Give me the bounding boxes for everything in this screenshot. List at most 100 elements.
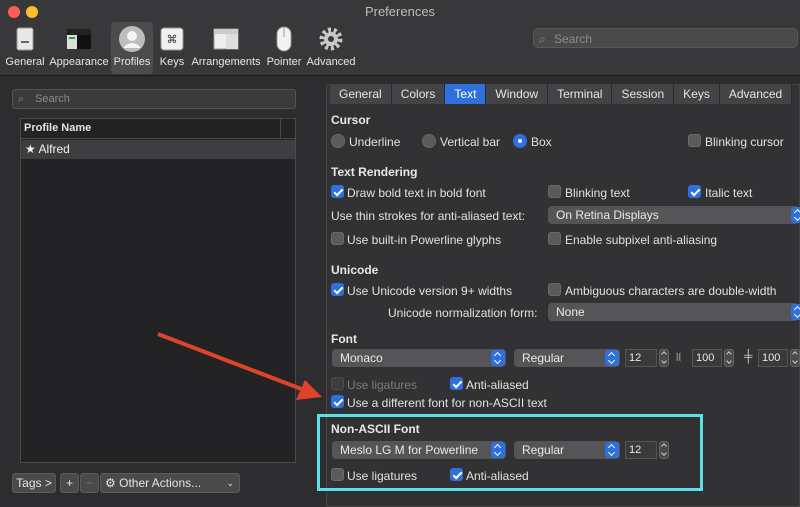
preferences-window: Preferences General Appearance Profiles …	[0, 0, 800, 507]
column-header-label: Profile Name	[24, 122, 92, 134]
chevron-updown-icon	[791, 207, 800, 223]
toolbar-label: Appearance	[49, 56, 109, 68]
remove-profile-button[interactable]: −	[80, 473, 99, 493]
ambiguous-width-checkbox[interactable]	[548, 283, 561, 296]
column-separator	[280, 119, 281, 138]
profiles-icon	[119, 26, 145, 52]
tab-keys[interactable]: Keys	[674, 84, 720, 104]
unicode-heading: Unicode	[331, 263, 379, 277]
subpixel-aa-checkbox[interactable]	[548, 232, 561, 245]
blinking-text-label: Blinking text	[565, 186, 630, 200]
font-family-value: Monaco	[340, 351, 383, 365]
blinking-cursor-checkbox[interactable]	[688, 134, 701, 147]
horizontal-spacing-stepper[interactable]	[724, 349, 734, 367]
tab-session[interactable]: Session	[612, 84, 675, 104]
unicode-9-label: Use Unicode version 9+ widths	[347, 284, 513, 298]
ligatures-checkbox[interactable]	[331, 377, 344, 390]
other-actions-label: Other Actions...	[119, 476, 202, 490]
toolbar-appearance[interactable]: Appearance	[49, 22, 109, 74]
toolbar-label: Keys	[159, 56, 185, 68]
highlight-box	[317, 414, 703, 491]
pointer-icon	[276, 26, 292, 52]
profile-name: Alfred	[38, 142, 70, 156]
bold-font-checkbox[interactable]	[331, 185, 344, 198]
box-label: Box	[531, 135, 552, 149]
subpixel-aa-label: Enable subpixel anti-aliasing	[565, 233, 718, 247]
normalization-value: None	[556, 305, 585, 319]
normalization-label: Unicode normalization form:	[388, 306, 538, 320]
toolbar-general[interactable]: General	[4, 22, 46, 74]
tab-text[interactable]: Text	[445, 84, 487, 104]
gear-icon: ⚙	[105, 476, 116, 490]
font-style-value: Regular	[522, 351, 565, 365]
profile-list: Profile Name ★ Alfred	[20, 118, 296, 463]
titlebar: Preferences General Appearance Profiles …	[0, 0, 800, 76]
font-style-select[interactable]: Regular	[514, 349, 620, 367]
tab-colors[interactable]: Colors	[391, 84, 446, 104]
font-family-select[interactable]: Monaco	[332, 349, 506, 367]
thin-strokes-select[interactable]: On Retina Displays	[548, 206, 800, 224]
blinking-text-checkbox[interactable]	[548, 185, 561, 198]
anti-aliased-label: Anti-aliased	[466, 378, 529, 392]
italic-text-checkbox[interactable]	[688, 185, 701, 198]
non-ascii-font-label: Use a different font for non-ASCII text	[347, 396, 547, 410]
underline-label: Underline	[349, 135, 401, 149]
font-size-stepper[interactable]	[659, 349, 669, 367]
tab-window[interactable]: Window	[486, 84, 549, 104]
tags-button[interactable]: Tags >	[12, 473, 56, 493]
normalization-select[interactable]: None	[548, 303, 800, 321]
toolbar-label: Pointer	[266, 56, 302, 68]
tab-general[interactable]: General	[330, 84, 392, 104]
search-placeholder: Search	[554, 32, 593, 46]
profile-name-column-header[interactable]: Profile Name	[21, 119, 295, 139]
profile-tabs: General Colors Text Window Terminal Sess…	[330, 84, 793, 104]
toolbar-keys[interactable]: ⌘ Keys	[157, 22, 187, 74]
tab-advanced[interactable]: Advanced	[719, 84, 793, 104]
general-icon	[16, 27, 34, 51]
other-actions-button[interactable]: ⚙ Other Actions... ⌄	[100, 473, 240, 493]
chevron-down-icon: ⌄	[226, 478, 234, 488]
ambiguous-width-label: Ambiguous characters are double-width	[565, 284, 777, 298]
toolbar-label: Profiles	[113, 56, 151, 68]
cursor-heading: Cursor	[331, 113, 371, 127]
tab-terminal[interactable]: Terminal	[548, 84, 613, 104]
profile-row[interactable]: ★ Alfred	[21, 140, 295, 159]
vertical-spacing-field[interactable]: 100	[758, 349, 788, 367]
box-radio[interactable]	[513, 134, 527, 148]
thin-strokes-label: Use thin strokes for anti-aliased text:	[331, 209, 526, 223]
vertical-spacing-icon: ╪	[744, 349, 753, 363]
font-heading: Font	[331, 332, 357, 346]
chevron-updown-icon	[605, 350, 619, 366]
horizontal-spacing-field[interactable]: 100	[692, 349, 722, 367]
window-title: Preferences	[364, 4, 436, 19]
add-profile-button[interactable]: +	[60, 473, 79, 493]
italic-text-label: Italic text	[705, 186, 753, 200]
search-icon: ⌕	[18, 93, 25, 105]
toolbar-search-input[interactable]: ⌕ Search	[533, 28, 798, 48]
blinking-cursor-label: Blinking cursor	[705, 135, 784, 149]
vertical-spacing-stepper[interactable]	[790, 349, 800, 367]
toolbar-pointer[interactable]: Pointer	[264, 22, 304, 74]
font-size-field[interactable]: 12	[625, 349, 657, 367]
arrangements-icon	[213, 28, 239, 50]
vertical-bar-radio[interactable]	[422, 134, 436, 148]
gear-icon	[319, 27, 343, 51]
powerline-glyphs-checkbox[interactable]	[331, 232, 344, 245]
chevron-updown-icon	[491, 350, 505, 366]
unicode-9-checkbox[interactable]	[331, 283, 344, 296]
toolbar-advanced[interactable]: Advanced	[306, 22, 356, 74]
bold-font-label: Draw bold text in bold font	[347, 186, 486, 200]
svg-text:⌘: ⌘	[167, 33, 178, 46]
appearance-icon	[67, 29, 91, 49]
non-ascii-font-checkbox[interactable]	[331, 395, 344, 408]
underline-radio[interactable]	[331, 134, 345, 148]
toolbar-arrangements[interactable]: Arrangements	[190, 22, 262, 74]
thin-strokes-value: On Retina Displays	[556, 208, 659, 222]
keys-icon: ⌘	[160, 27, 184, 51]
profile-search-input[interactable]: ⌕ Search	[12, 89, 296, 109]
toolbar-profiles[interactable]: Profiles	[111, 22, 153, 74]
toolbar-label: Advanced	[306, 56, 356, 68]
toolbar-label: Arrangements	[191, 56, 261, 68]
anti-aliased-checkbox[interactable]	[450, 377, 463, 390]
search-icon: ⌕	[539, 32, 546, 46]
